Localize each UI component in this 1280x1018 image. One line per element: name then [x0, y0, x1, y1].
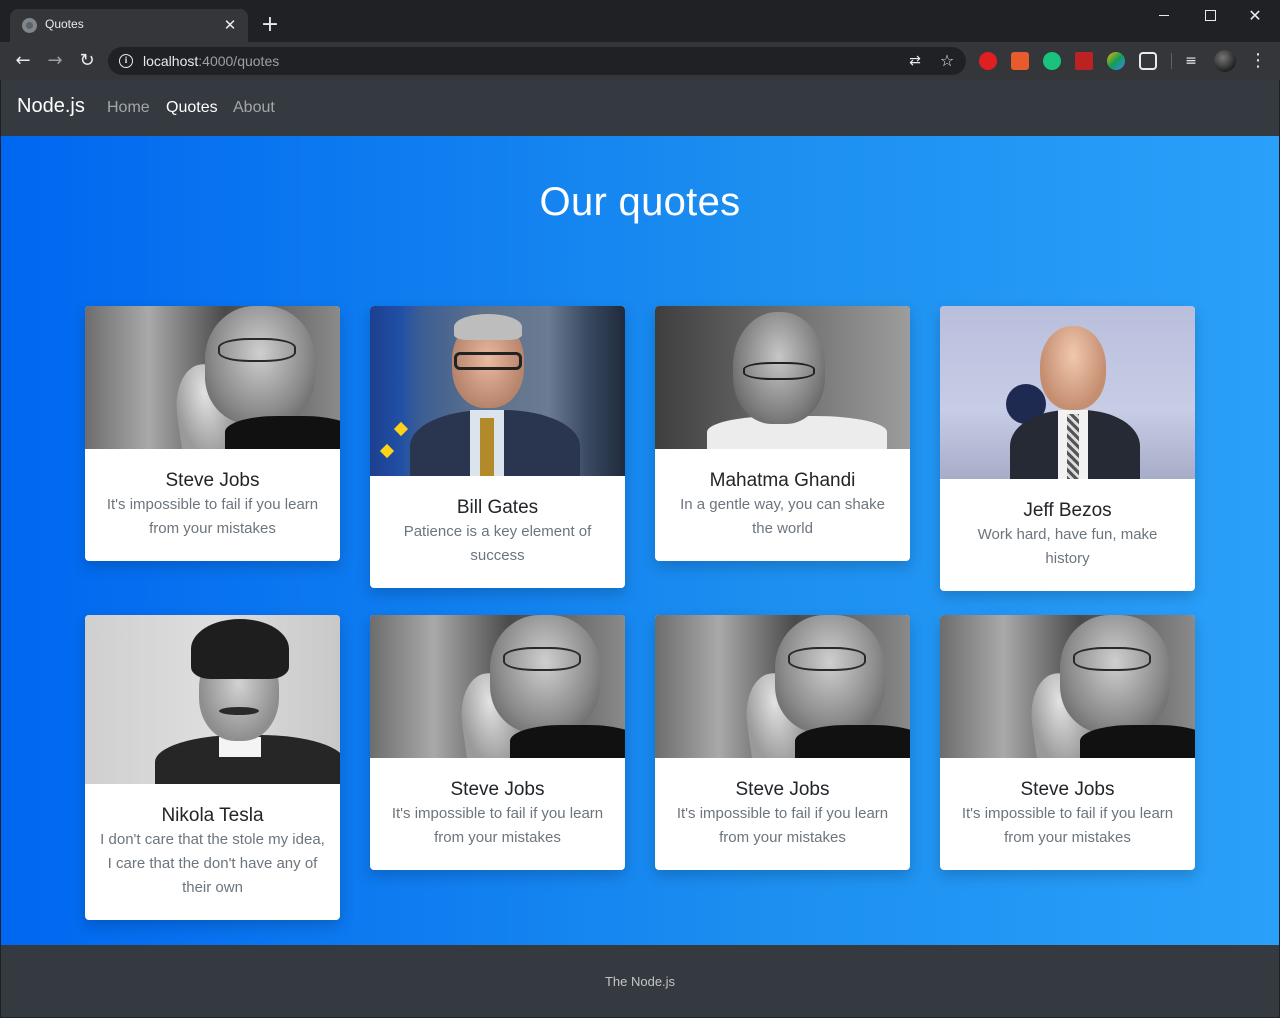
- translate-icon[interactable]: ⇄: [906, 52, 924, 70]
- url-path: :4000/quotes: [198, 53, 280, 69]
- quote-card: Nikola Tesla I don't care that the stole…: [85, 615, 340, 920]
- site-footer: The Node.js: [1, 945, 1279, 1017]
- quote-card: Steve Jobs It's impossible to fail if yo…: [370, 615, 625, 870]
- browser-titlebar: Quotes ✕ + ✕: [0, 0, 1280, 42]
- card-body: Steve Jobs It's impossible to fail if yo…: [940, 758, 1195, 870]
- extension-drive-icon[interactable]: [1107, 52, 1125, 70]
- extension-grammarly-icon[interactable]: [1043, 52, 1061, 70]
- address-bar[interactable]: i localhost:4000/quotes ⇄ ☆: [108, 47, 966, 75]
- minimize-button[interactable]: [1140, 4, 1186, 28]
- page-title: Our quotes: [539, 180, 741, 224]
- window-close-button[interactable]: ✕: [1232, 4, 1278, 28]
- info-icon[interactable]: i: [119, 54, 133, 68]
- globe-icon: [22, 18, 37, 33]
- quote-text: It's impossible to fail if you learn fro…: [391, 805, 604, 846]
- steve-jobs-portrait: [655, 615, 910, 758]
- kebab-menu-icon[interactable]: ⋮: [1248, 51, 1268, 71]
- quote-author: Mahatma Ghandi: [709, 470, 856, 491]
- maximize-button[interactable]: [1186, 4, 1232, 28]
- url-text[interactable]: localhost:4000/quotes: [143, 53, 279, 69]
- quote-author: Steve Jobs: [165, 470, 260, 491]
- back-arrow-icon[interactable]: ←: [10, 48, 36, 74]
- toolbar-divider: [1171, 53, 1172, 69]
- quote-author: Bill Gates: [456, 497, 539, 518]
- quote-card: Mahatma Ghandi In a gentle way, you can …: [655, 306, 910, 561]
- page: Node.js Home Quotes About Our quotes Ste…: [1, 80, 1279, 1017]
- media-queue-icon[interactable]: ≡: [1182, 52, 1200, 70]
- new-tab-button[interactable]: +: [258, 14, 282, 38]
- card-body: Steve Jobs It's impossible to fail if yo…: [370, 758, 625, 870]
- quote-card: Steve Jobs It's impossible to fail if yo…: [940, 615, 1195, 870]
- quote-text: It's impossible to fail if you learn fro…: [676, 805, 889, 846]
- site-navbar: Node.js Home Quotes About: [1, 80, 1279, 136]
- card-body: Steve Jobs It's impossible to fail if yo…: [85, 449, 340, 561]
- bookmark-star-icon[interactable]: ☆: [938, 52, 956, 70]
- quotes-section: Our quotes Steve Jobs It's impossible to…: [1, 136, 1279, 945]
- browser-tab[interactable]: Quotes ✕: [10, 9, 248, 42]
- nav-link-quotes[interactable]: Quotes: [166, 99, 218, 117]
- browser-toolbar: ← → ↻ i localhost:4000/quotes ⇄ ☆ ≡ ⋮: [0, 42, 1280, 80]
- forward-arrow-icon[interactable]: →: [42, 48, 68, 74]
- quote-card: Steve Jobs It's impossible to fail if yo…: [85, 306, 340, 561]
- card-body: Mahatma Ghandi In a gentle way, you can …: [655, 449, 910, 561]
- quote-card: Steve Jobs It's impossible to fail if yo…: [655, 615, 910, 870]
- profile-avatar[interactable]: [1214, 50, 1236, 72]
- extension-pdf-icon[interactable]: [1075, 52, 1093, 70]
- quote-text: I don't care that the stole my idea, I c…: [100, 831, 325, 896]
- card-body: Jeff Bezos Work hard, have fun, make his…: [940, 479, 1195, 591]
- nikola-tesla-portrait: [85, 615, 340, 784]
- quote-author: Nikola Tesla: [161, 805, 264, 826]
- navbar-brand[interactable]: Node.js: [17, 95, 85, 118]
- card-body: Steve Jobs It's impossible to fail if yo…: [655, 758, 910, 870]
- card-body: Nikola Tesla I don't care that the stole…: [85, 784, 340, 920]
- quote-text: In a gentle way, you can shake the world: [680, 496, 885, 537]
- quote-card: Jeff Bezos Work hard, have fun, make his…: [940, 306, 1195, 591]
- extension-icon[interactable]: [1011, 52, 1029, 70]
- tab-title: Quotes: [45, 17, 84, 31]
- steve-jobs-portrait: [370, 615, 625, 758]
- reload-icon[interactable]: ↻: [74, 48, 100, 74]
- nav-link-about[interactable]: About: [233, 99, 275, 117]
- quote-text: Patience is a key element of success: [403, 523, 592, 564]
- quote-card: Bill Gates Patience is a key element of …: [370, 306, 625, 588]
- quote-text: Work hard, have fun, make history: [977, 526, 1158, 567]
- extension-cc-icon[interactable]: [1139, 52, 1157, 70]
- url-host: localhost: [143, 53, 199, 69]
- steve-jobs-portrait: [85, 306, 340, 449]
- card-body: Bill Gates Patience is a key element of …: [370, 476, 625, 588]
- quote-text: It's impossible to fail if you learn fro…: [961, 805, 1174, 846]
- quote-author: Steve Jobs: [735, 779, 830, 800]
- jeff-bezos-portrait: [940, 306, 1195, 479]
- steve-jobs-portrait: [940, 615, 1195, 758]
- nav-link-home[interactable]: Home: [107, 99, 150, 117]
- quote-author: Steve Jobs: [450, 779, 545, 800]
- mahatma-ghandi-portrait: [655, 306, 910, 449]
- extension-adblock-icon[interactable]: [979, 52, 997, 70]
- quote-author: Steve Jobs: [1020, 779, 1115, 800]
- close-icon[interactable]: ✕: [220, 15, 240, 35]
- quote-text: It's impossible to fail if you learn fro…: [106, 496, 319, 537]
- footer-text: The Node.js: [604, 974, 676, 989]
- quote-author: Jeff Bezos: [1023, 500, 1112, 521]
- bill-gates-portrait: [370, 306, 625, 476]
